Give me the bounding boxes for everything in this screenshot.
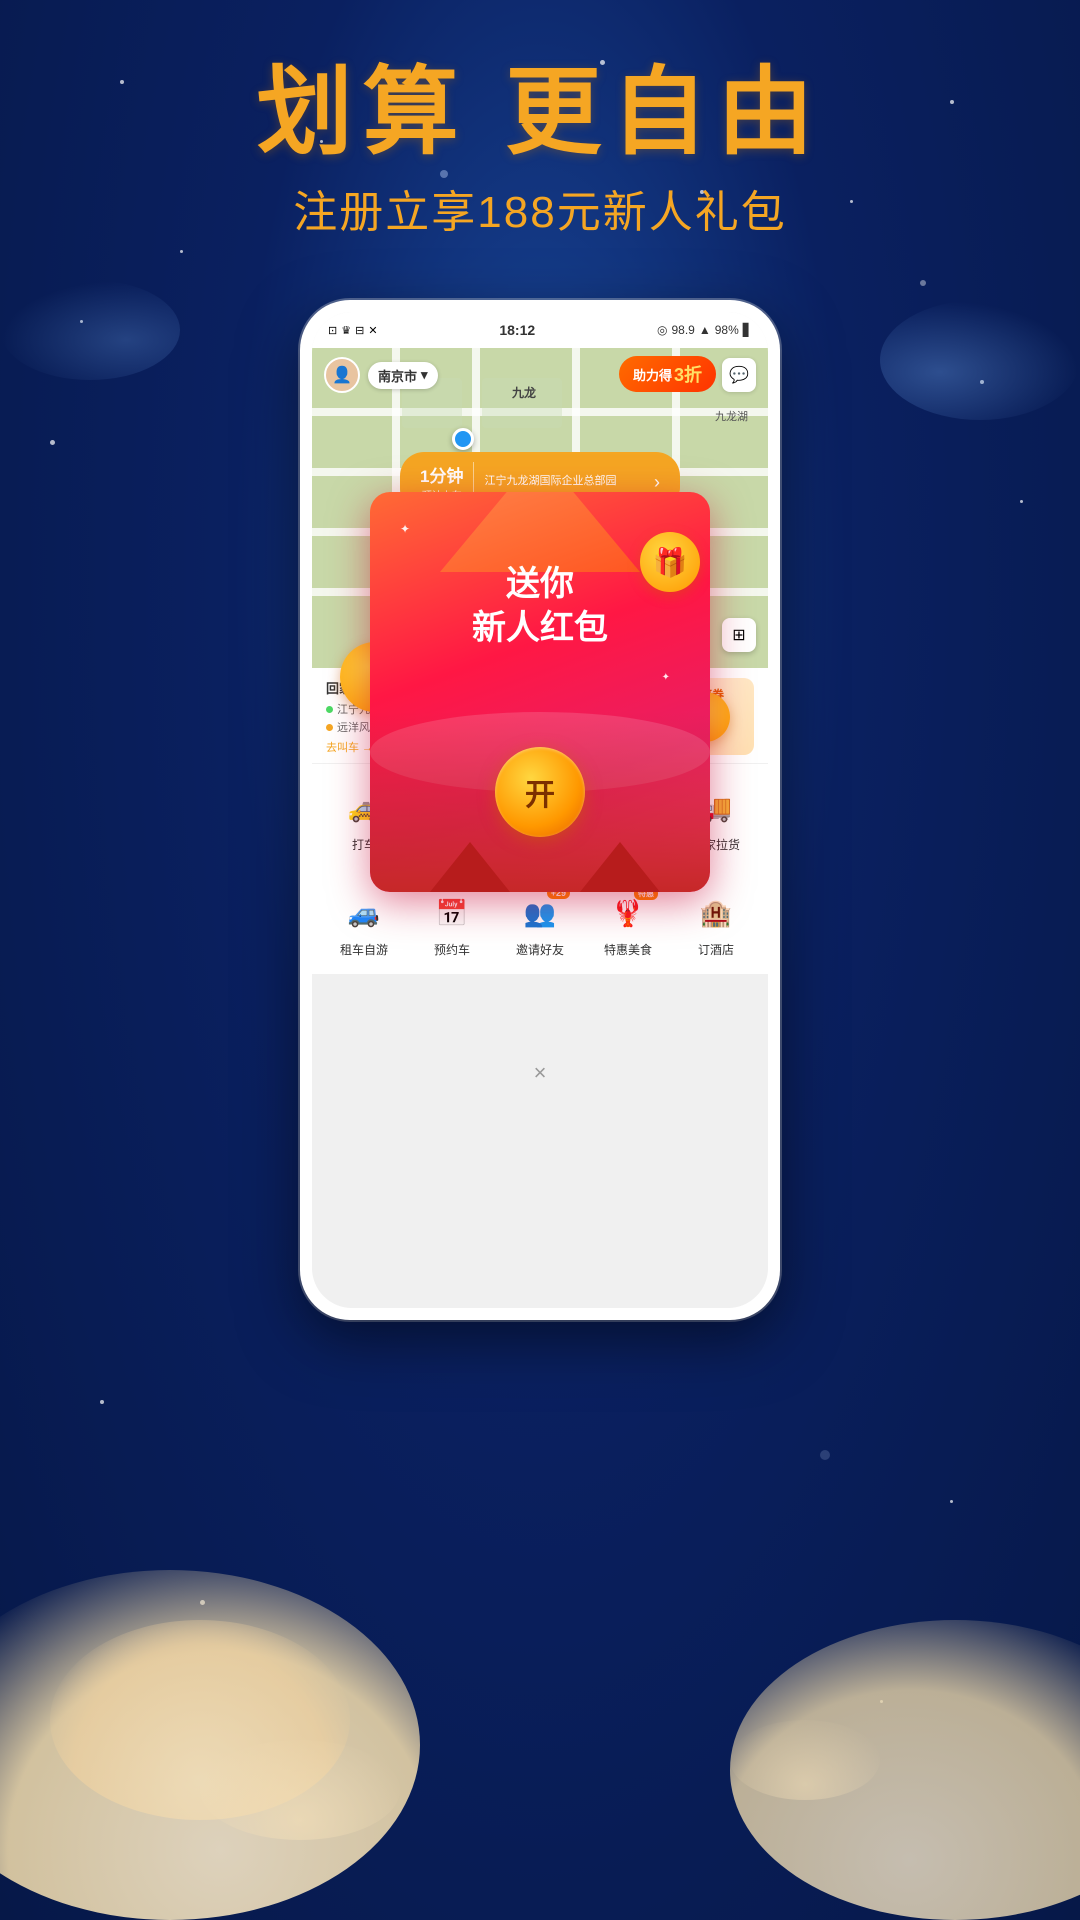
map-label-lake: 九龙湖: [715, 408, 748, 424]
status-icon-1: ⊡: [328, 324, 337, 337]
cloud-top-right: [880, 300, 1080, 420]
envelope-text-line1: 送你: [506, 565, 574, 603]
reservation-label: 预约车: [434, 941, 470, 958]
gift-decoration: 🎁: [640, 532, 710, 612]
sparkle-3: ✦: [662, 672, 670, 683]
service-hotel[interactable]: 🏨 订酒店: [672, 883, 760, 966]
header-section: 划算 更自由 注册立享188元新人礼包: [0, 60, 1080, 240]
envelope-ribbon-right: [580, 842, 660, 892]
battery: 98%: [715, 323, 739, 337]
discount-num: 3折: [674, 361, 702, 387]
app-header: 👤 南京市 ▾ 助力得 3折 💬: [312, 348, 768, 402]
invite-icon-container: 👥 +29: [514, 891, 566, 935]
envelope-text-line2: 新人红包: [472, 609, 608, 647]
sparkle-1: ✦: [400, 522, 410, 536]
main-title: 划算 更自由: [0, 60, 1080, 166]
envelope-fold-triangle: [440, 492, 640, 572]
wifi-icon: ▲: [699, 323, 711, 337]
service-invite[interactable]: 👥 +29 邀请好友: [496, 883, 584, 966]
food-icon: 🦞: [612, 898, 644, 929]
user-avatar[interactable]: 👤: [324, 357, 360, 393]
message-button[interactable]: 💬: [722, 358, 756, 392]
food-icon-container: 🦞 特惠: [602, 891, 654, 935]
envelope-ribbon-left: [430, 842, 510, 892]
battery-icon: ▋: [743, 323, 752, 337]
envelope-open-button[interactable]: 开: [495, 747, 585, 837]
phone-mockup: ⊡ ♛ ⊟ ✕ 18:12 ◎ 98.9 ▲ 98% ▋: [300, 300, 780, 1320]
status-left-icons: ⊡ ♛ ⊟ ✕: [328, 324, 378, 337]
status-right: ◎ 98.9 ▲ 98% ▋: [657, 323, 752, 337]
service-reservation[interactable]: 📅 预约车: [408, 883, 496, 966]
status-icon-3: ⊟: [355, 324, 364, 337]
message-icon: 💬: [729, 365, 749, 385]
eta-address: 江宁九龙湖国际企业总部园: [484, 474, 644, 489]
main-subtitle: 注册立享188元新人礼包: [0, 176, 1080, 240]
reservation-icon: 📅: [436, 898, 468, 929]
location-chip[interactable]: 南京市 ▾: [368, 362, 438, 389]
eta-chevron-icon: ›: [654, 472, 660, 493]
food-label: 特惠美食: [604, 941, 652, 958]
signal-strength: 98.9: [671, 323, 694, 337]
discount-badge[interactable]: 助力得 3折: [619, 356, 716, 392]
hotel-label: 订酒店: [698, 941, 734, 958]
hotel-icon-container: 🏨: [690, 891, 742, 935]
red-envelope-overlay[interactable]: ✦ ✦ ✦ 🎁 送你 新人红包: [370, 492, 710, 892]
rental-icon: 🚙: [348, 898, 380, 929]
dismiss-button[interactable]: ×: [525, 1058, 555, 1088]
eta-time: 1分钟: [420, 462, 463, 487]
cloud-top-left: [0, 280, 180, 380]
phone-screen: ⊡ ♛ ⊟ ✕ 18:12 ◎ 98.9 ▲ 98% ▋: [312, 312, 768, 1308]
envelope-card[interactable]: ✦ ✦ ✦ 🎁 送你 新人红包: [370, 492, 710, 892]
avatar-icon: 👤: [332, 365, 352, 385]
status-icon-2: ♛: [341, 324, 351, 337]
status-icon-4: ✕: [368, 324, 377, 337]
service-food[interactable]: 🦞 特惠 特惠美食: [584, 883, 672, 966]
status-bar: ⊡ ♛ ⊟ ✕ 18:12 ◎ 98.9 ▲ 98% ▋: [312, 312, 768, 348]
invite-icon: 👥: [524, 898, 556, 929]
phone-frame: ⊡ ♛ ⊟ ✕ 18:12 ◎ 98.9 ▲ 98% ▋: [300, 300, 780, 1320]
status-time: 18:12: [499, 322, 535, 338]
rental-label: 租车自游: [340, 941, 388, 958]
rental-icon-container: 🚙: [338, 891, 390, 935]
cloud-puff-1: [200, 1740, 400, 1840]
scan-button[interactable]: ⊞: [722, 618, 756, 652]
envelope-text: 送你 新人红包: [472, 562, 608, 650]
dropdown-icon: ▾: [421, 367, 428, 383]
end-dot: [326, 724, 333, 731]
start-dot: [326, 706, 333, 713]
discount-text: 助力得: [633, 365, 672, 384]
clouds-bottom: [0, 1520, 1080, 1920]
cloud-puff-2: [730, 1720, 880, 1800]
invite-label: 邀请好友: [516, 941, 564, 958]
reservation-icon-container: 📅: [426, 891, 478, 935]
map-marker: [452, 428, 474, 450]
hotel-icon: 🏨: [700, 898, 732, 929]
location-text: 南京市: [378, 366, 417, 385]
service-rental[interactable]: 🚙 租车自游: [320, 883, 408, 966]
location-icon: ◎: [657, 323, 667, 337]
